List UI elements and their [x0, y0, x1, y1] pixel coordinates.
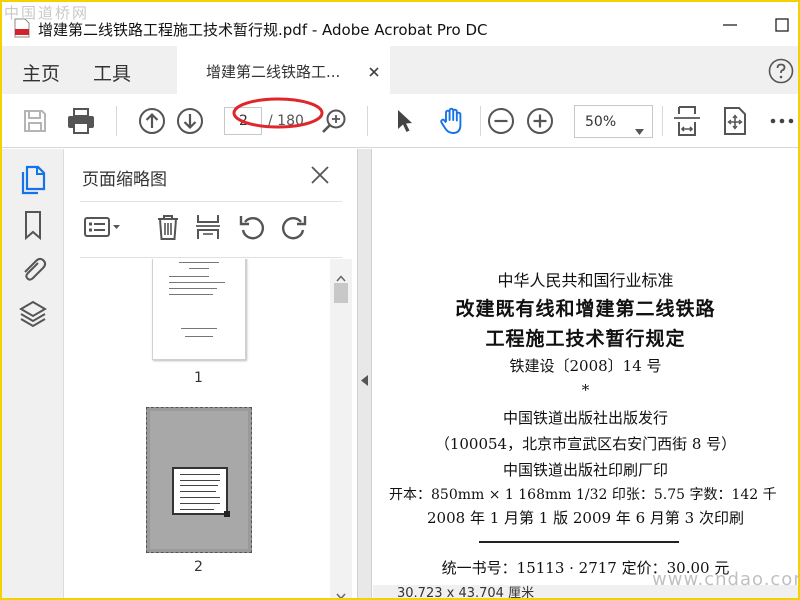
fit-page-icon[interactable]	[719, 105, 751, 137]
doc-edition: 2008 年 1 月第 1 版 2009 年 6 月第 3 次印刷	[427, 509, 744, 527]
doc-title-line2: 工程施工技术暂行规定	[485, 328, 686, 350]
chevron-down-icon	[635, 120, 644, 135]
doc-printer: 中国铁道出版社印刷厂印	[502, 461, 668, 479]
toolbar-divider	[662, 106, 663, 136]
toolbar-divider	[480, 106, 481, 136]
save-icon[interactable]	[19, 105, 51, 137]
page-thumbnail-1[interactable]	[152, 259, 246, 360]
acrobat-window: 增建第二线铁路工程施工技术暂行规.pdf - Adobe Acrobat Pro…	[2, 2, 798, 598]
maximize-button[interactable]	[772, 15, 792, 35]
find-icon[interactable]	[318, 105, 350, 137]
panel-title: 页面缩略图	[82, 170, 167, 190]
thumbnails-panel: 页面缩略图 1 2	[64, 149, 358, 598]
navigation-rail	[2, 149, 64, 598]
thumbnails-scrollbar[interactable]	[330, 259, 352, 598]
select-arrow-icon[interactable]	[388, 105, 420, 137]
bookmarks-icon[interactable]	[19, 210, 47, 241]
print-icon[interactable]	[65, 105, 97, 137]
rotate-clockwise-icon[interactable]	[276, 211, 312, 243]
menu-home[interactable]: 主页	[22, 59, 60, 86]
scroll-up-icon[interactable]	[336, 267, 346, 282]
watermark-top: 中国道桥网	[4, 4, 90, 22]
close-panel-icon[interactable]	[310, 165, 330, 185]
attachments-icon[interactable]	[19, 254, 47, 282]
scroll-down-icon[interactable]	[336, 585, 346, 598]
doc-star: *	[581, 381, 590, 399]
doc-standard-line: 中华人民共和国行业标准	[497, 271, 674, 290]
minimize-button[interactable]	[720, 15, 740, 35]
page-thumbnail-2[interactable]	[146, 407, 252, 553]
toolbar-divider	[116, 106, 117, 136]
doc-publisher: 中国铁道出版社出版发行	[502, 409, 668, 427]
prev-page-icon[interactable]	[136, 105, 168, 137]
close-tab-icon[interactable]	[368, 63, 380, 77]
more-icon[interactable]	[766, 105, 798, 137]
page-thumbnails-icon[interactable]	[19, 165, 47, 195]
red-annotation-circle	[232, 96, 324, 130]
delete-page-icon[interactable]	[150, 211, 186, 243]
thumbnail-view-rectangle	[172, 467, 228, 515]
thumbnail-options-icon[interactable]	[82, 211, 124, 243]
resize-handle[interactable]	[224, 511, 230, 517]
zoom-out-icon[interactable]	[485, 105, 517, 137]
rotate-counterclockwise-icon[interactable]	[234, 211, 270, 243]
thumbnail-page-image	[150, 411, 248, 549]
toolbar-divider	[367, 106, 368, 136]
thumbnails-list: 1 2	[64, 259, 330, 598]
window-title: 增建第二线铁路工程施工技术暂行规.pdf - Adobe Acrobat Pro…	[38, 21, 488, 39]
doc-specs: 开本：850mm × 1 168mm 1/32 印张：5.75 字数：142 千	[389, 487, 777, 503]
panel-divider	[80, 257, 342, 258]
doc-number: 铁建设〔2008〕14 号	[509, 357, 662, 375]
document-tab-label: 增建第二线铁路工...	[206, 63, 341, 81]
zoom-select[interactable]: 50%	[574, 105, 653, 138]
document-view[interactable]: 中华人民共和国行业标准 改建既有线和增建第二线铁路 工程施工技术暂行规定 铁建设…	[373, 149, 798, 598]
menu-bar: 主页 工具 增建第二线铁路工...	[2, 46, 798, 94]
thumbnail-label: 1	[194, 370, 203, 386]
menu-tools[interactable]: 工具	[93, 59, 131, 86]
hand-tool-icon[interactable]	[436, 105, 468, 137]
zoom-value: 50%	[585, 114, 617, 130]
toolbar: / 180	[2, 94, 798, 148]
next-page-icon[interactable]	[174, 105, 206, 137]
help-icon[interactable]	[768, 58, 794, 84]
fit-width-icon[interactable]	[671, 105, 703, 137]
collapse-panel-icon[interactable]	[361, 371, 368, 386]
doc-title-line1: 改建既有线和增建第二线铁路	[455, 298, 716, 320]
doc-rule	[479, 541, 679, 543]
page-size-status: 30.723 x 43.704 厘米	[397, 586, 535, 598]
zoom-in-icon[interactable]	[524, 105, 556, 137]
thumbnail-label: 2	[194, 559, 203, 575]
doc-address: （100054，北京市宣武区右安门西街 8 号）	[434, 435, 737, 453]
extract-page-icon[interactable]	[190, 211, 226, 243]
document-tab[interactable]: 增建第二线铁路工...	[177, 46, 390, 94]
watermark-bottom: www.cndao.com	[652, 569, 800, 590]
panel-splitter[interactable]	[358, 149, 372, 598]
scrollbar-thumb[interactable]	[334, 283, 348, 303]
title-bar: 增建第二线铁路工程施工技术暂行规.pdf - Adobe Acrobat Pro…	[2, 2, 798, 46]
layers-icon[interactable]	[19, 299, 47, 328]
panel-divider	[80, 201, 342, 202]
